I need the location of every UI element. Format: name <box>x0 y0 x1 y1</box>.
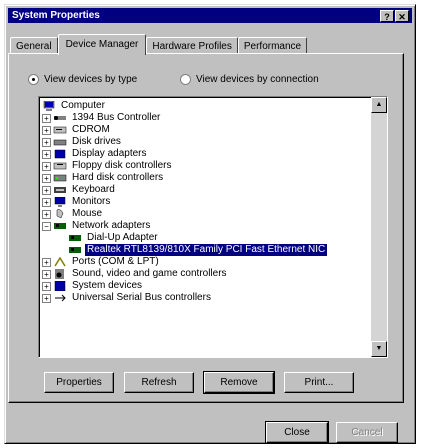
view-by-connection-radio[interactable] <box>180 74 191 85</box>
usb-icon <box>53 293 67 303</box>
device-tree-row[interactable]: + Floppy disk controllers <box>42 160 371 172</box>
device-tree-label: Network adapters <box>72 220 151 231</box>
expand-toggle[interactable]: + <box>42 161 51 171</box>
tab-device-manager[interactable]: Device Manager <box>57 34 147 55</box>
keyboard-icon <box>53 185 67 195</box>
print-button[interactable]: Print... <box>284 372 354 393</box>
device-tree-row[interactable]: + System devices <box>42 280 371 292</box>
device-tree-label: Monitors <box>72 196 111 207</box>
hard-disk-controller-icon <box>53 173 67 183</box>
expand-toggle[interactable]: + <box>42 173 51 183</box>
device-tree-row[interactable]: Realtek RTL8139/810X Family PCI Fast Eth… <box>42 244 371 256</box>
device-tree-row[interactable]: + Hard disk controllers <box>42 172 371 184</box>
device-tree-label: Computer <box>61 100 105 111</box>
expand-toggle[interactable]: + <box>42 113 51 123</box>
tab-performance[interactable]: Performance <box>237 37 308 54</box>
mouse-icon <box>53 209 67 219</box>
vertical-scrollbar[interactable]: ▲ ▼ <box>371 97 387 357</box>
device-tree-row[interactable]: + CDROM <box>42 124 371 136</box>
help-button[interactable]: ? <box>380 10 394 22</box>
expand-toggle[interactable]: + <box>42 281 51 291</box>
device-tree-row[interactable]: + Keyboard <box>42 184 371 196</box>
network-adapter-icon <box>53 221 67 231</box>
close-window-button[interactable]: ✕ <box>395 10 409 22</box>
expand-toggle[interactable]: + <box>42 269 51 279</box>
device-tree-label: Dial-Up Adapter <box>87 232 158 243</box>
device-tree-label: Display adapters <box>72 148 147 159</box>
scroll-down-button[interactable]: ▼ <box>371 341 387 357</box>
device-tree-label: Sound, video and game controllers <box>72 268 227 279</box>
system-device-icon <box>53 281 67 291</box>
view-by-connection-label: View devices by connection <box>196 74 319 85</box>
view-by-type-radio[interactable] <box>28 74 39 85</box>
expand-toggle[interactable]: + <box>42 185 51 195</box>
device-tree-row[interactable]: + Sound, video and game controllers <box>42 268 371 280</box>
tab-general[interactable]: General <box>10 37 58 54</box>
properties-button[interactable]: Properties <box>44 372 114 393</box>
device-tree-row[interactable]: + Display adapters <box>42 148 371 160</box>
device-tree-row[interactable]: Computer <box>42 100 371 112</box>
expand-toggle[interactable]: + <box>42 257 51 267</box>
device-tree-row[interactable]: + Mouse <box>42 208 371 220</box>
sound-icon <box>53 269 67 279</box>
device-tree-label: Realtek RTL8139/810X Family PCI Fast Eth… <box>85 244 328 256</box>
device-tree-label: Universal Serial Bus controllers <box>72 292 211 303</box>
device-tree-list: Computer +1394 Bus Controller + CDROM + Disk … <box>42 100 371 304</box>
view-by-type-option[interactable]: View devices by type <box>28 74 137 85</box>
device-tree-label: Hard disk controllers <box>72 172 164 183</box>
network-card-icon <box>68 245 82 255</box>
cancel-button[interactable]: Cancel <box>336 422 398 443</box>
device-tree-label: 1394 Bus Controller <box>72 112 161 123</box>
disk-drive-icon <box>53 137 67 147</box>
close-button[interactable]: Close <box>265 421 329 444</box>
expand-toggle[interactable]: + <box>42 209 51 219</box>
device-tree-label: System devices <box>72 280 143 291</box>
device-tree-row[interactable]: Dial-Up Adapter <box>42 232 371 244</box>
display-adapter-icon <box>53 149 67 159</box>
device-tree[interactable]: Computer +1394 Bus Controller + CDROM + Disk … <box>38 96 388 358</box>
collapse-toggle[interactable]: − <box>42 221 51 231</box>
device-tree-label: Mouse <box>72 208 103 219</box>
device-tree-label: Ports (COM & LPT) <box>72 256 159 267</box>
computer-icon <box>42 101 56 111</box>
expand-toggle[interactable]: + <box>42 293 51 303</box>
port-icon <box>53 257 67 267</box>
device-tree-row[interactable]: + Universal Serial Bus controllers <box>42 292 371 304</box>
tab-strip: General Device Manager Hardware Profiles… <box>10 34 308 55</box>
network-card-icon <box>68 233 82 243</box>
scroll-up-button[interactable]: ▲ <box>371 97 387 113</box>
refresh-button[interactable]: Refresh <box>124 372 194 393</box>
expand-toggle[interactable]: + <box>42 125 51 135</box>
tab-hardware-profiles[interactable]: Hardware Profiles <box>146 37 238 54</box>
device-tree-label: Keyboard <box>72 184 115 195</box>
device-tree-label: CDROM <box>72 124 110 135</box>
remove-button[interactable]: Remove <box>203 371 275 394</box>
device-tree-label: Disk drives <box>72 136 121 147</box>
window-title: System Properties <box>12 10 100 21</box>
view-by-type-label: View devices by type <box>44 74 138 85</box>
view-by-connection-option[interactable]: View devices by connection <box>180 74 319 85</box>
expand-toggle[interactable]: + <box>42 137 51 147</box>
device-tree-row[interactable]: + Monitors <box>42 196 371 208</box>
device-tree-row[interactable]: + Ports (COM & LPT) <box>42 256 371 268</box>
monitor-icon <box>53 197 67 207</box>
device-tree-label: Floppy disk controllers <box>72 160 172 171</box>
expand-toggle[interactable]: + <box>42 149 51 159</box>
expand-toggle[interactable]: + <box>42 197 51 207</box>
title-bar[interactable]: System Properties ? ✕ <box>8 8 412 23</box>
device-tree-row[interactable]: + Disk drives <box>42 136 371 148</box>
bus-controller-icon <box>53 113 67 123</box>
device-tree-row[interactable]: − Network adapters <box>42 220 371 232</box>
floppy-controller-icon <box>53 161 67 171</box>
cdrom-icon <box>53 125 67 135</box>
device-tree-row[interactable]: +1394 Bus Controller <box>42 112 371 124</box>
